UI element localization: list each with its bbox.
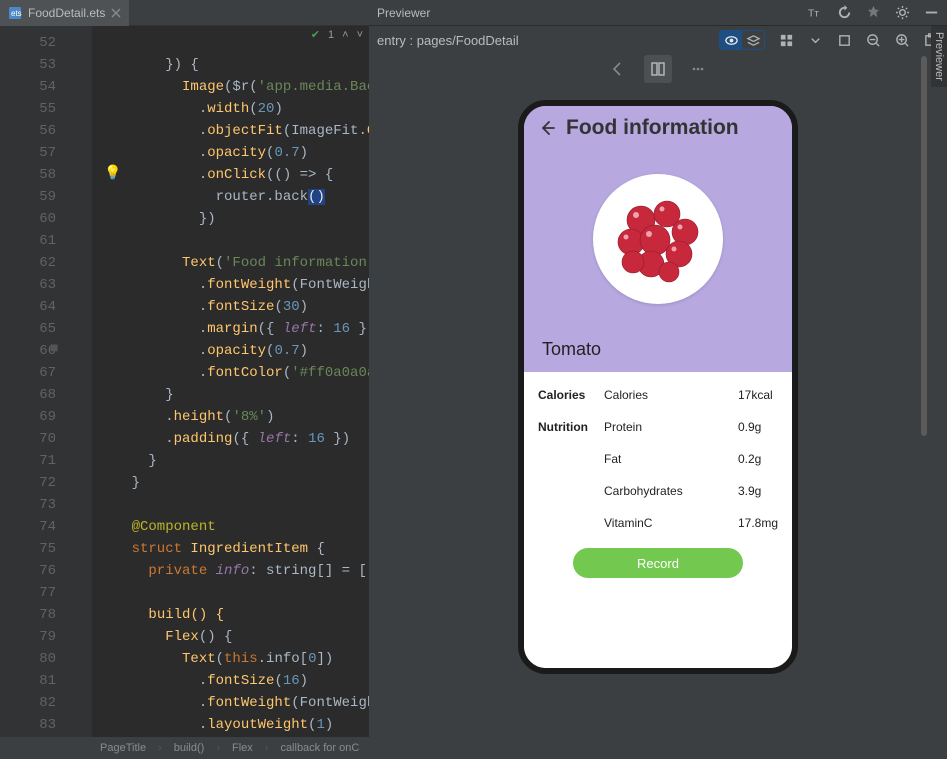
intention-bulb-icon[interactable]: 💡 bbox=[104, 164, 121, 181]
tomato-illustration bbox=[603, 184, 713, 294]
svg-text:ets: ets bbox=[11, 9, 22, 18]
nav-more-icon[interactable] bbox=[684, 55, 712, 83]
nutri-row-value: 0.9g bbox=[738, 420, 778, 434]
file-icon: ets bbox=[8, 6, 22, 20]
crumb-0[interactable]: PageTitle bbox=[100, 742, 146, 754]
gear-icon[interactable] bbox=[895, 5, 910, 20]
calories-label: Calories bbox=[538, 388, 604, 402]
previewer-title: Previewer bbox=[377, 6, 430, 20]
inspector-eye-icon[interactable] bbox=[720, 31, 742, 49]
nutri-row-label: Carbohydrates bbox=[604, 484, 738, 498]
vcs-check-icon: ✔ bbox=[311, 28, 320, 41]
nutri-row-label: Fat bbox=[604, 452, 738, 466]
profiler-icon[interactable] bbox=[866, 5, 881, 20]
nutri-row-value: 17kcal bbox=[738, 388, 778, 402]
code-area[interactable]: }) { Image($r('app.media.Back')) .width(… bbox=[92, 26, 369, 737]
dropdown-icon[interactable] bbox=[808, 33, 823, 48]
vcs-up-icon[interactable]: ˄ bbox=[342, 29, 348, 41]
inspector-layers-icon[interactable] bbox=[742, 31, 764, 49]
preview-canvas: Food information bbox=[369, 84, 947, 737]
nutri-row-label: Protein bbox=[604, 420, 738, 434]
fit-icon[interactable] bbox=[837, 33, 852, 48]
phone-mock: Food information bbox=[518, 100, 798, 674]
phone-header-area: Food information bbox=[524, 106, 792, 372]
breadcrumb: PageTitle› build()› Flex› callback for o… bbox=[0, 737, 947, 759]
nutri-row-label: VitaminC bbox=[604, 516, 738, 530]
inspector-mode-group bbox=[719, 30, 765, 50]
nutri-row-value: 17.8mg bbox=[738, 516, 778, 530]
gutter[interactable]: 525354555657585960616263646566■676869707… bbox=[0, 26, 92, 737]
nav-row bbox=[369, 54, 947, 84]
preview-scrollbar[interactable] bbox=[921, 52, 929, 737]
entry-path: entry : pages/FoodDetail bbox=[377, 33, 519, 48]
refresh-icon[interactable] bbox=[837, 5, 852, 20]
food-image bbox=[538, 140, 778, 337]
svg-text:Tᴛ: Tᴛ bbox=[808, 8, 819, 19]
font-size-icon[interactable]: Tᴛ bbox=[808, 5, 823, 20]
tab-filename: FoodDetail.ets bbox=[28, 6, 105, 20]
preview-scroll-thumb[interactable] bbox=[921, 56, 927, 436]
crumb-3[interactable]: callback for onC bbox=[280, 742, 359, 754]
zoom-in-icon[interactable] bbox=[895, 33, 910, 48]
editor-column: ets FoodDetail.ets ✔ 1 ˄ ˅ 5253545556575… bbox=[0, 0, 369, 737]
nav-split-icon[interactable] bbox=[644, 55, 672, 83]
tab-fooddetail[interactable]: ets FoodDetail.ets bbox=[0, 0, 129, 26]
crumb-1[interactable]: build() bbox=[174, 742, 205, 754]
tab-close-icon[interactable] bbox=[111, 8, 121, 18]
vcs-down-icon[interactable]: ˅ bbox=[357, 29, 363, 41]
previewer-side-tab[interactable]: Previewer bbox=[931, 26, 947, 87]
vcs-bar: ✔ 1 ˄ ˅ bbox=[311, 28, 363, 41]
back-arrow-icon[interactable] bbox=[538, 119, 556, 137]
food-name: Tomato bbox=[538, 337, 778, 362]
nutrition-area: CaloriesCalories17kcalNutritionProtein0.… bbox=[524, 372, 792, 668]
previewer-header: Previewer Tᴛ bbox=[369, 0, 947, 26]
zoom-out-icon[interactable] bbox=[866, 33, 881, 48]
vcs-change-count: 1 bbox=[328, 29, 334, 41]
record-label: Record bbox=[637, 556, 679, 571]
nutri-row-value: 3.9g bbox=[738, 484, 778, 498]
crumb-2[interactable]: Flex bbox=[232, 742, 253, 754]
nutri-row-value: 0.2g bbox=[738, 452, 778, 466]
previewer-panel: Previewer Tᴛ entry : pages/FoodDetail bbox=[369, 0, 947, 737]
nav-back-icon[interactable] bbox=[604, 55, 632, 83]
minimize-icon[interactable] bbox=[924, 5, 939, 20]
editor-body[interactable]: ✔ 1 ˄ ˅ 525354555657585960616263646566■6… bbox=[0, 26, 369, 737]
record-button[interactable]: Record bbox=[573, 548, 743, 578]
tab-bar: ets FoodDetail.ets bbox=[0, 0, 369, 26]
grid-icon[interactable] bbox=[779, 33, 794, 48]
nutri-row-label: Calories bbox=[604, 388, 738, 402]
nutrition-label: Nutrition bbox=[538, 420, 604, 434]
entry-row: entry : pages/FoodDetail bbox=[369, 26, 947, 54]
food-header: Food information bbox=[566, 116, 739, 140]
